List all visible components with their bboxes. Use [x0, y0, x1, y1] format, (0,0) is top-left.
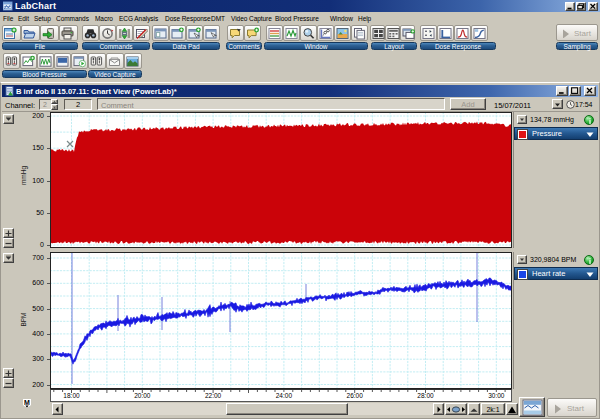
- svg-text:M: M: [24, 399, 30, 406]
